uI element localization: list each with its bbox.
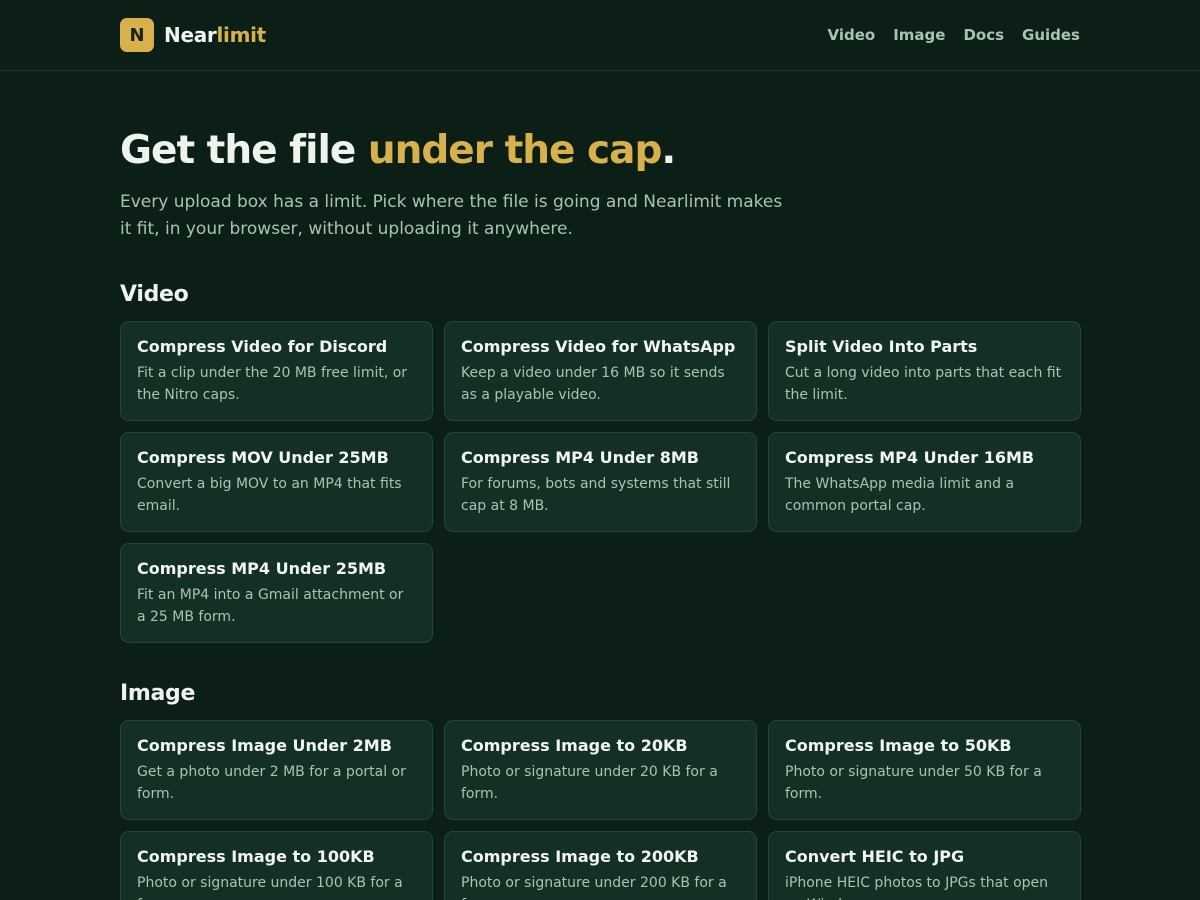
tool-card-description: Convert a big MOV to an MP4 that fits em… [137, 476, 402, 514]
tool-card-description: Photo or signature under 200 KB for a fo… [461, 875, 727, 900]
tool-card-title: Compress MP4 Under 25MB [137, 559, 387, 578]
tool-card-compress-image-50kb[interactable]: Compress Image to 50KB Photo or signatur… [768, 720, 1081, 820]
tool-card-compress-image-2mb[interactable]: Compress Image Under 2MB Get a photo und… [120, 720, 433, 820]
tool-card-description: Cut a long video into parts that each fi… [785, 365, 1062, 403]
section-title-video: Video [120, 282, 189, 307]
site-header: N Nearlimit Video Image Docs Guides [0, 0, 1200, 71]
tool-card-title: Compress MP4 Under 8MB [461, 448, 699, 467]
brand-name-part2: limit [216, 23, 266, 47]
tool-card-title: Compress Image to 50KB [785, 736, 1012, 755]
section-title-image: Image [120, 681, 196, 706]
hero-title: Get the file under the cap. [120, 125, 1080, 177]
hero-subtitle: Every upload box has a limit. Pick where… [120, 192, 783, 239]
tool-card-title: Compress Video for WhatsApp [461, 337, 736, 356]
image-tools-grid: Compress Image Under 2MB Get a photo und… [120, 720, 1081, 900]
tool-card-title: Convert HEIC to JPG [785, 847, 965, 866]
tool-card-description: iPhone HEIC photos to JPGs that open on … [785, 875, 1049, 900]
brand-name: Nearlimit [164, 23, 266, 47]
logo-mark-icon: N [120, 18, 154, 52]
tool-card-compress-mp4-16mb[interactable]: Compress MP4 Under 16MB The WhatsApp med… [768, 432, 1081, 532]
tool-card-title: Compress Image to 200KB [461, 847, 699, 866]
tool-card-split-video[interactable]: Split Video Into Parts Cut a long video … [768, 321, 1081, 421]
main-content: Get the file under the cap. Every upload… [0, 125, 1200, 900]
tool-card-title: Compress MOV Under 25MB [137, 448, 389, 467]
video-section: Video Compress Video for Discord Fit a c… [120, 281, 1081, 643]
video-tools-grid: Compress Video for Discord Fit a clip un… [120, 321, 1081, 643]
tool-card-title: Compress MP4 Under 16MB [785, 448, 1035, 467]
tool-card-convert-heic-jpg[interactable]: Convert HEIC to JPG iPhone HEIC photos t… [768, 831, 1081, 900]
tool-card-description: Photo or signature under 100 KB for a fo… [137, 875, 403, 900]
tool-card-compress-image-200kb[interactable]: Compress Image to 200KB Photo or signatu… [444, 831, 757, 900]
brand-logo-link[interactable]: N Nearlimit [120, 18, 266, 52]
tool-card-title: Compress Image to 20KB [461, 736, 688, 755]
tool-card-description: Photo or signature under 50 KB for a for… [785, 764, 1042, 802]
tool-card-compress-mp4-25mb[interactable]: Compress MP4 Under 25MB Fit an MP4 into … [120, 543, 433, 643]
tool-card-compress-video-discord[interactable]: Compress Video for Discord Fit a clip un… [120, 321, 433, 421]
tool-card-compress-mp4-8mb[interactable]: Compress MP4 Under 8MB For forums, bots … [444, 432, 757, 532]
tool-card-compress-video-whatsapp[interactable]: Compress Video for WhatsApp Keep a video… [444, 321, 757, 421]
tool-card-title: Compress Image Under 2MB [137, 736, 392, 755]
nav-link-video[interactable]: Video [827, 26, 875, 44]
nav-link-docs[interactable]: Docs [963, 26, 1004, 44]
hero-title-start: Get the file [120, 128, 368, 173]
tool-card-description: For forums, bots and systems that still … [461, 476, 731, 514]
main-nav: Video Image Docs Guides [827, 26, 1080, 44]
tool-card-compress-image-20kb[interactable]: Compress Image to 20KB Photo or signatur… [444, 720, 757, 820]
tool-card-title: Compress Video for Discord [137, 337, 388, 356]
nav-link-guides[interactable]: Guides [1022, 26, 1080, 44]
hero-title-end: . [661, 128, 676, 173]
tool-card-description: The WhatsApp media limit and a common po… [785, 476, 1015, 514]
tool-card-description: Fit an MP4 into a Gmail attachment or a … [137, 587, 404, 625]
tool-card-title: Compress Image to 100KB [137, 847, 375, 866]
brand-name-part1: Near [164, 23, 217, 47]
image-section: Image Compress Image Under 2MB Get a pho… [120, 680, 1081, 900]
tool-card-description: Get a photo under 2 MB for a portal or f… [137, 764, 406, 802]
tool-card-description: Fit a clip under the 20 MB free limit, o… [137, 365, 408, 403]
hero-title-highlight: under the cap [367, 128, 662, 173]
tool-card-compress-image-100kb[interactable]: Compress Image to 100KB Photo or signatu… [120, 831, 433, 900]
tool-card-description: Photo or signature under 20 KB for a for… [461, 764, 718, 802]
tool-card-title: Split Video Into Parts [785, 337, 978, 356]
tool-card-compress-mov-25mb[interactable]: Compress MOV Under 25MB Convert a big MO… [120, 432, 433, 532]
nav-link-image[interactable]: Image [893, 26, 945, 44]
tool-card-description: Keep a video under 16 MB so it sends as … [461, 365, 725, 403]
